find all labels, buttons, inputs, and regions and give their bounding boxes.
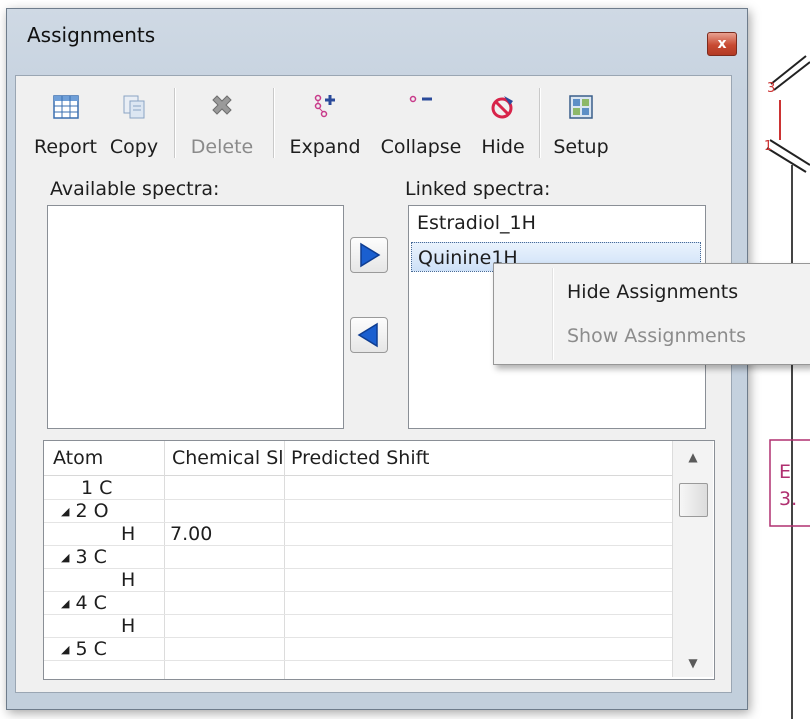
setup-button[interactable]: Setup — [544, 78, 618, 170]
linked-spectrum-item[interactable]: Estradiol_1H — [417, 212, 536, 234]
hide-icon — [491, 96, 513, 119]
report-label: Report — [34, 136, 97, 158]
chemical-shift-cell: 7.00 — [170, 523, 213, 545]
column-header-chemical-shift[interactable]: Chemical Sl — [172, 447, 284, 469]
atom-label: H — [121, 569, 136, 591]
toolbar-separator — [273, 88, 275, 158]
move-left-button[interactable] — [350, 317, 388, 353]
atom-label: H — [121, 615, 136, 637]
assignments-grid[interactable]: Atom Chemical Sl Predicted Shift 1 C ◢ 2 O… — [43, 440, 715, 680]
atom-label: 5 C — [75, 638, 107, 660]
setup-icon — [569, 95, 593, 119]
table-row[interactable]: ◢ 2 O — [44, 499, 672, 523]
atom-cell: ◢ 2 O — [61, 500, 109, 522]
scroll-down-icon[interactable]: ▼ — [677, 651, 709, 675]
bg-annotation-label: 3. — [779, 488, 797, 510]
table-row[interactable]: ◢ 3 C — [44, 545, 672, 569]
menu-icon-gutter — [552, 268, 554, 360]
atom-cell: ◢ 4 C — [61, 592, 107, 614]
scroll-thumb[interactable] — [679, 483, 708, 517]
copy-label: Copy — [109, 136, 159, 158]
collapse-button[interactable]: Collapse — [370, 78, 472, 170]
toolbar: Report Copy Delete Expand Collapse Hide … — [28, 78, 728, 171]
table-row[interactable]: ◢ 4 C — [44, 591, 672, 615]
dialog-title: Assignments — [27, 23, 156, 47]
expander-triangle-icon[interactable]: ◢ — [61, 643, 69, 656]
copy-icon — [123, 95, 145, 119]
move-right-button[interactable] — [350, 237, 388, 273]
scroll-up-icon[interactable]: ▲ — [677, 445, 709, 469]
collapse-tree-icon — [409, 95, 432, 103]
available-spectra-list[interactable] — [47, 205, 344, 429]
hide-button[interactable]: Hide — [472, 78, 534, 170]
expander-triangle-icon[interactable]: ◢ — [61, 505, 69, 518]
report-button[interactable]: Report — [28, 78, 103, 170]
context-menu: Hide Assignments Show Assignments — [493, 263, 810, 365]
expand-tree-icon — [314, 94, 335, 118]
delete-label: Delete — [190, 136, 254, 158]
atom-cell: ◢ 3 C — [61, 546, 107, 568]
atom-cell: H — [121, 615, 135, 637]
menu-item-hide-assignments[interactable]: Hide Assignments — [567, 281, 738, 303]
atom-label: 2 O — [75, 500, 109, 522]
toolbar-separator — [539, 88, 541, 158]
available-spectra-label: Available spectra: — [50, 178, 220, 200]
expand-label: Expand — [289, 136, 361, 158]
arrow-right-icon — [360, 242, 381, 268]
grid-scrollbar[interactable]: ▲ ▼ — [672, 441, 713, 677]
atom-cell: H — [121, 523, 135, 545]
atom-label: 3 C — [75, 546, 107, 568]
table-row[interactable]: H — [44, 614, 672, 638]
atom-cell: ◢ 5 C — [61, 638, 107, 660]
expand-button[interactable]: Expand — [280, 78, 370, 170]
atom-cell: 1 C — [81, 477, 112, 499]
close-button[interactable]: x — [707, 32, 737, 56]
toolbar-separator — [174, 88, 176, 158]
bg-atom-label: 3 — [767, 81, 775, 96]
atom-label: 1 C — [81, 477, 113, 499]
expander-triangle-icon[interactable]: ◢ — [61, 551, 69, 564]
collapse-label: Collapse — [380, 136, 462, 158]
table-icon — [52, 95, 79, 119]
copy-button[interactable]: Copy — [103, 78, 165, 170]
delete-button[interactable]: Delete — [180, 78, 264, 170]
table-row[interactable]: H 7.00 — [44, 522, 672, 546]
menu-item-show-assignments[interactable]: Show Assignments — [567, 325, 746, 347]
column-header-predicted-shift[interactable]: Predicted Shift — [291, 447, 429, 469]
table-row[interactable]: H — [44, 568, 672, 592]
atom-label: H — [121, 523, 136, 545]
arrow-left-icon — [357, 322, 378, 348]
column-header-atom[interactable]: Atom — [53, 447, 103, 469]
bg-annotation-label: E — [779, 461, 791, 483]
atom-label: 4 C — [75, 592, 107, 614]
delete-x-icon — [212, 95, 232, 115]
atom-cell: H — [121, 569, 135, 591]
hide-label: Hide — [481, 136, 525, 158]
linked-spectra-label: Linked spectra: — [405, 178, 551, 200]
setup-label: Setup — [553, 136, 609, 158]
expander-triangle-icon[interactable]: ◢ — [61, 597, 69, 610]
table-row[interactable]: ◢ 5 C — [44, 637, 672, 661]
grid-header: Atom Chemical Sl Predicted Shift — [44, 441, 672, 476]
bg-atom-label: 1 — [764, 139, 772, 154]
table-row[interactable]: 1 C — [44, 476, 672, 500]
